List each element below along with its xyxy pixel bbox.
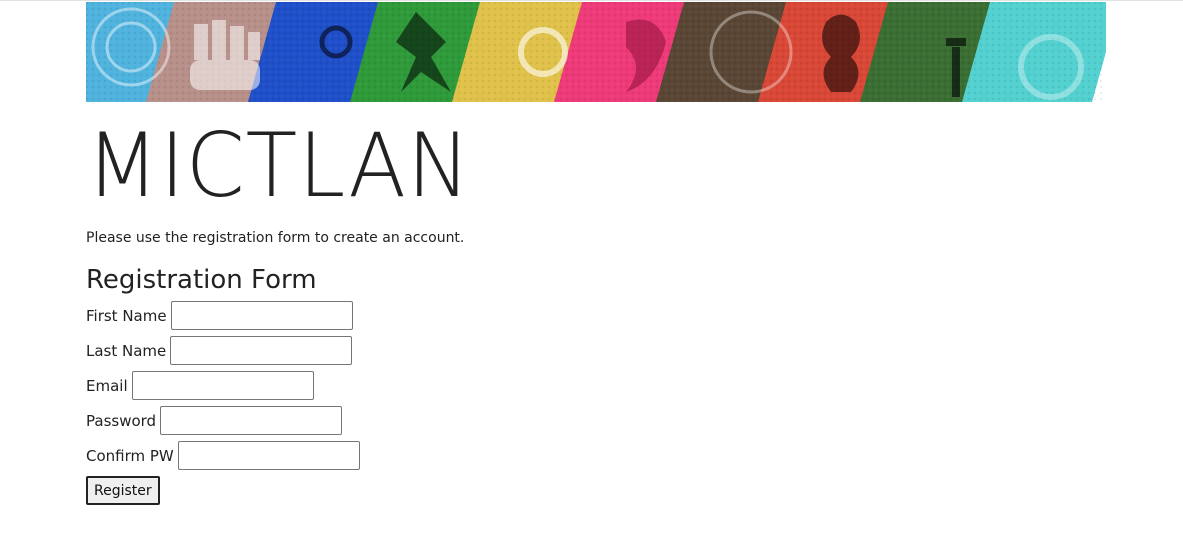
password-label: Password: [86, 411, 157, 430]
banner-image: [86, 2, 1106, 102]
site-title: MICTLAN: [86, 114, 472, 217]
last-name-field[interactable]: [170, 336, 353, 365]
form-heading: Registration Form: [86, 265, 317, 295]
confirm-password-label: Confirm PW: [86, 446, 174, 465]
first-name-field[interactable]: [170, 301, 353, 330]
password-row: Password: [86, 403, 1106, 438]
first-name-row: First Name: [86, 298, 1106, 333]
register-button[interactable]: Register: [86, 476, 160, 505]
password-field[interactable]: [160, 406, 343, 435]
last-name-label: Last Name: [86, 341, 167, 360]
email-field[interactable]: [131, 371, 314, 400]
confirm-password-row: Confirm PW: [86, 438, 1106, 473]
intro-text: Please use the registration form to crea…: [86, 230, 465, 246]
page-container: MICTLAN Please use the registration form…: [86, 2, 1106, 508]
email-row: Email: [86, 368, 1106, 403]
last-name-row: Last Name: [86, 333, 1106, 368]
email-label: Email: [86, 376, 128, 395]
confirm-password-field[interactable]: [177, 441, 360, 470]
registration-form: First Name Last Name Email Password Conf…: [86, 298, 1106, 508]
first-name-label: First Name: [86, 306, 167, 325]
submit-row: Register: [86, 473, 1106, 508]
top-divider: [0, 0, 1183, 1]
